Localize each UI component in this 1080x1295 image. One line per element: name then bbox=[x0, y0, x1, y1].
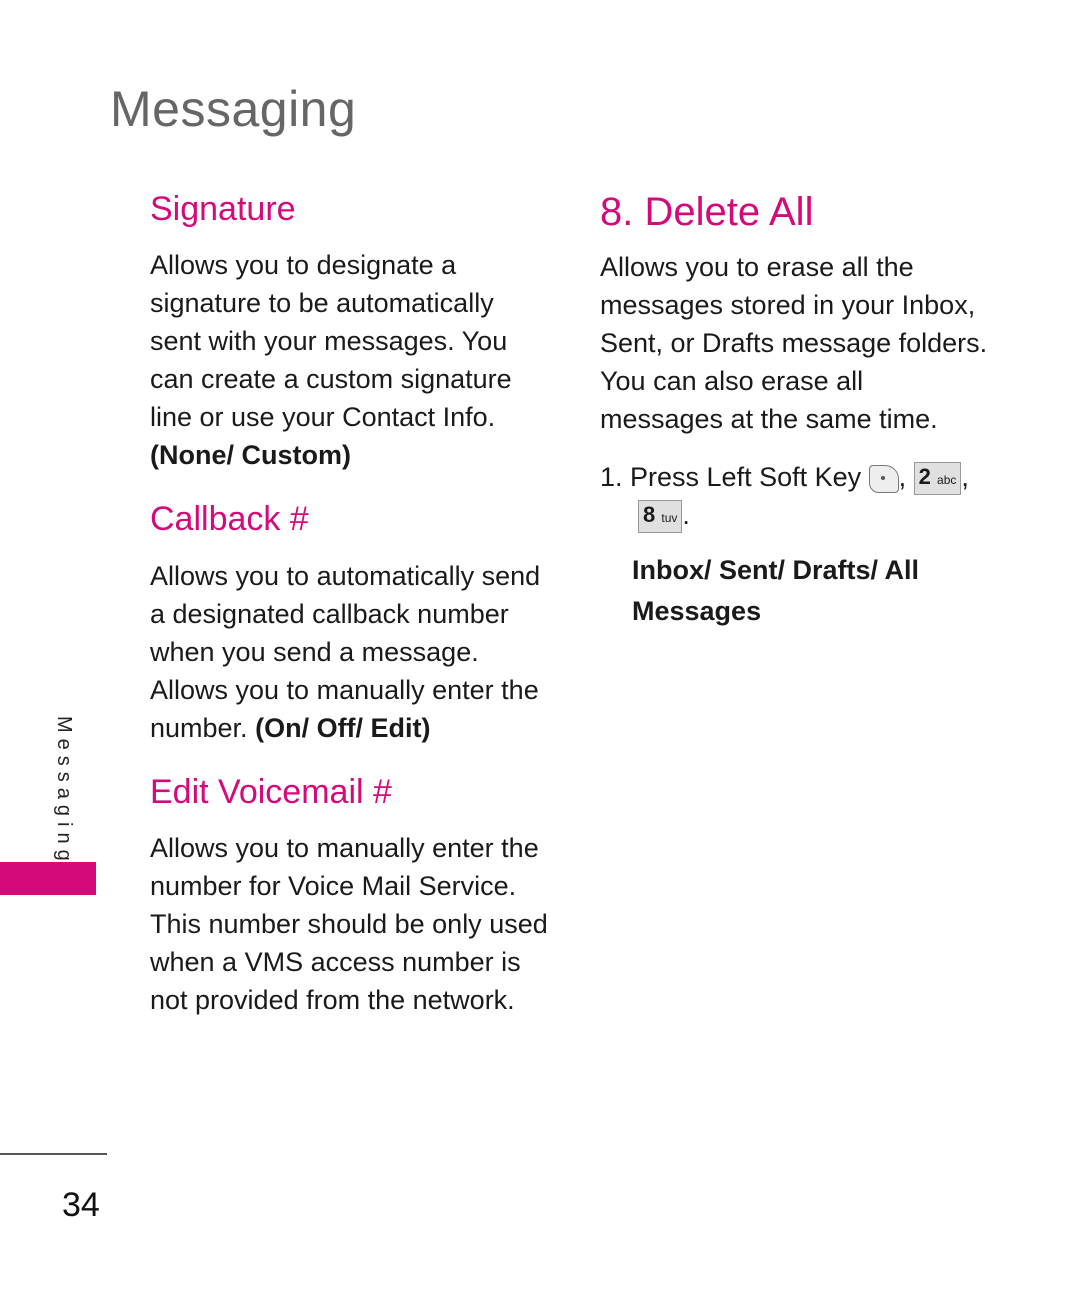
signature-options: (None/ Custom) bbox=[150, 440, 351, 470]
page-number: 34 bbox=[62, 1186, 100, 1224]
callback-description: Allows you to automatically send a desig… bbox=[150, 557, 550, 747]
delete-all-step: 1. Press Left Soft Key , 2 abc, 8 tuv. bbox=[600, 458, 1000, 534]
key-2-icon: 2 abc bbox=[913, 462, 962, 496]
side-tab-marker bbox=[0, 862, 96, 895]
callback-heading: Callback # bbox=[150, 500, 309, 538]
footer-rule bbox=[0, 1153, 107, 1155]
left-soft-key-icon bbox=[868, 464, 899, 493]
signature-text: Allows you to designate a signature to b… bbox=[150, 250, 512, 432]
signature-heading: Signature bbox=[150, 190, 296, 228]
callback-options: (On/ Off/ Edit) bbox=[255, 713, 431, 743]
voicemail-text: Allows you to manually enter the number … bbox=[150, 833, 548, 1015]
signature-description: Allows you to designate a signature to b… bbox=[150, 246, 550, 474]
voicemail-heading: Edit Voicemail # bbox=[150, 773, 392, 811]
side-tab-label: Messaging bbox=[53, 716, 75, 867]
delete-all-options: Inbox/ Sent/ Drafts/ All Messages bbox=[632, 555, 920, 626]
key-8-icon: 8 tuv bbox=[638, 500, 683, 534]
page-title: Messaging bbox=[110, 81, 357, 137]
delete-all-text: Allows you to erase all the messages sto… bbox=[600, 252, 988, 434]
step-text: 1. Press Left Soft Key bbox=[600, 462, 862, 492]
delete-all-heading: 8. Delete All bbox=[600, 190, 814, 234]
